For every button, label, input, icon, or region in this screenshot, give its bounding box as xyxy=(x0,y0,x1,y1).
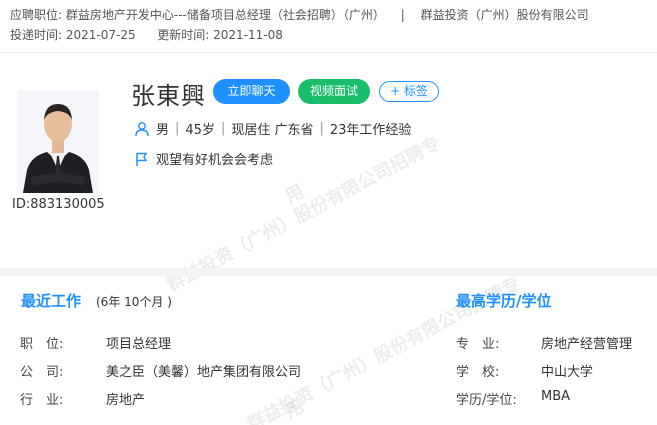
major-value: 房地产经营管理 xyxy=(541,337,633,352)
industry-label: 行 业: xyxy=(20,393,64,408)
gender: 男 xyxy=(156,123,170,138)
experience: 23年工作经验 xyxy=(329,123,412,138)
school-value: 中山大学 xyxy=(541,365,594,380)
candidate-name: 张東興 xyxy=(131,82,206,110)
degree-value: MBA xyxy=(541,389,571,404)
watermark: 用 xyxy=(281,395,308,423)
updated-time: 2021-11-08 xyxy=(213,28,283,42)
time-line: 投递时间: 2021-07-25 更新时间: 2021-11-08 xyxy=(10,26,283,43)
section-divider xyxy=(0,268,657,276)
basic-info-row: 男 | 45岁 | 现居住 广东省 | 23年工作经验 xyxy=(134,119,411,138)
degree-label: 学历/学位: xyxy=(456,393,517,408)
submitted-time: 2021-07-25 xyxy=(65,28,136,42)
avatar xyxy=(17,90,99,193)
watermark: 用 xyxy=(281,180,308,208)
recent-work-duration: (6年 10个月 ) xyxy=(96,295,172,309)
residence: 现居住 广东省 xyxy=(231,123,314,138)
company-value: 美之臣（美馨）地产集团有限公司 xyxy=(106,365,302,380)
major-label: 专 业: xyxy=(456,337,500,352)
applied-label: 应聘职位: xyxy=(10,8,63,22)
applied-position: 群益房地产开发中心---储备项目总经理（社会招聘）（广州） xyxy=(65,8,385,22)
applied-position-line: 应聘职位: 群益房地产开发中心---储备项目总经理（社会招聘）（广州） | 群益… xyxy=(10,6,589,23)
company-name: 群益投资（广州）股份有限公司 xyxy=(420,8,589,22)
company-label: 公 司: xyxy=(20,365,64,380)
school-label: 学 校: xyxy=(456,365,500,380)
header-separator: | xyxy=(400,8,405,22)
age: 45岁 xyxy=(185,123,215,138)
industry-value: 房地产 xyxy=(106,393,146,408)
recent-work-title: 最近工作 xyxy=(21,292,82,310)
chat-now-button[interactable]: 立即聊天 xyxy=(213,79,290,104)
position-label: 职 位: xyxy=(20,337,64,352)
updated-label: 更新时间: xyxy=(157,28,210,42)
job-status: 观望有好机会会考虑 xyxy=(156,153,274,168)
position-value: 项目总经理 xyxy=(106,337,172,352)
application-header: 应聘职位: 群益房地产开发中心---储备项目总经理（社会招聘）（广州） | 群益… xyxy=(0,0,657,53)
flag-icon xyxy=(134,151,150,167)
candidate-id: ID:883130005 xyxy=(12,197,105,212)
job-status-row: 观望有好机会会考虑 xyxy=(134,149,273,168)
person-icon xyxy=(134,121,150,137)
submitted-label: 投递时间: xyxy=(10,28,63,42)
video-interview-button[interactable]: 视频面试 xyxy=(298,79,370,104)
education-title: 最高学历/学位 xyxy=(456,292,552,310)
add-tag-button[interactable]: + 标签 xyxy=(379,81,439,102)
